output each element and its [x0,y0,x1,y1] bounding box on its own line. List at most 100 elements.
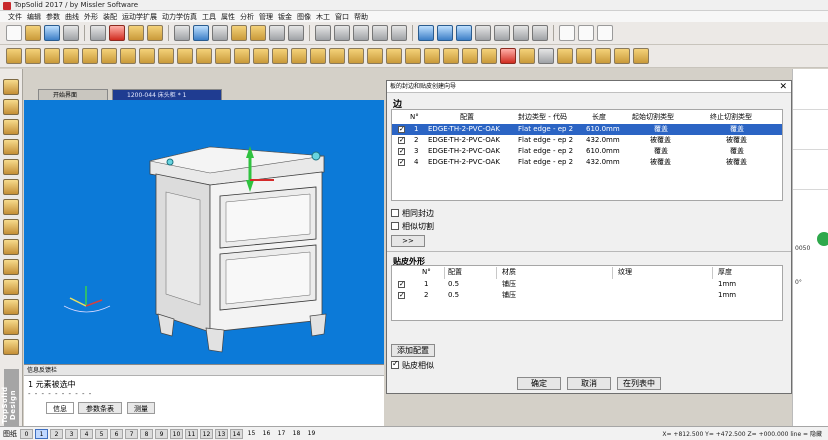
drilling-icon[interactable] [272,48,288,64]
row-checkbox[interactable] [398,135,405,146]
view-right-icon[interactable] [532,25,548,41]
render-icon[interactable] [269,25,285,41]
plinth-icon[interactable] [405,48,421,64]
sheet-tab[interactable]: 6 [110,428,123,439]
sheet-tab[interactable]: 8 [140,428,153,439]
assembly-icon[interactable] [3,219,19,235]
link-icon[interactable] [3,279,19,295]
save-icon[interactable] [44,25,60,41]
report-icon[interactable] [595,48,611,64]
nesting-icon[interactable] [462,48,478,64]
sheet-tab[interactable]: 4 [80,428,93,439]
sheet-tab[interactable]: 7 [125,428,138,439]
zoom-window-icon[interactable] [437,25,453,41]
row-checkbox[interactable] [398,279,405,290]
print-icon[interactable] [288,25,304,41]
tab-start-page[interactable]: 开始界面 [38,89,108,100]
show-icon[interactable] [250,25,266,41]
in-list-button[interactable]: 在列表中 [617,377,661,390]
menu-woodworking[interactable]: 木工 [316,12,330,22]
sketch-icon[interactable] [3,79,19,95]
cutting-list-icon[interactable] [424,48,440,64]
same-edge-option[interactable]: 相同封边 [391,208,434,219]
view-front-icon[interactable] [494,25,510,41]
ok-button[interactable]: 确定 [517,377,561,390]
same-edge-checkbox[interactable] [391,209,399,217]
leg-icon[interactable] [386,48,402,64]
export-icon[interactable] [614,48,630,64]
menu-file[interactable]: 文件 [8,12,22,22]
menu-curve[interactable]: 曲线 [65,12,79,22]
add-config-button[interactable]: 添加配置 [391,344,435,357]
sheet-tab[interactable]: 0 [20,428,33,439]
close-icon[interactable]: ✕ [779,81,787,93]
tab-document[interactable]: 1200-044 床头柜 * 1 [112,89,222,100]
view-top-icon[interactable] [513,25,529,41]
draft-view-icon[interactable] [3,319,19,335]
table-row[interactable]: 2 0.5 铺压 1mm [392,290,782,301]
sheet-tab[interactable]: 19 [305,429,318,439]
menu-image[interactable]: 图像 [297,12,311,22]
line-style-icon[interactable] [559,25,575,41]
save-all-icon[interactable] [63,25,79,41]
shelf-icon[interactable] [101,48,117,64]
sheet-tab[interactable]: 2 [50,428,63,439]
hatch-icon[interactable] [597,25,613,41]
menu-assembly[interactable]: 装配 [103,12,117,22]
angle-icon[interactable] [334,25,350,41]
menu-window[interactable]: 窗口 [335,12,349,22]
partition-icon[interactable] [139,48,155,64]
pocket-icon[interactable] [310,48,326,64]
menu-tools[interactable]: 工具 [202,12,216,22]
material-icon[interactable] [500,48,516,64]
veneer-similar-checkbox[interactable] [391,359,399,369]
line-width-icon[interactable] [578,25,594,41]
menu-help[interactable]: 帮助 [354,12,368,22]
frame-icon[interactable] [3,179,19,195]
bom-icon[interactable] [443,48,459,64]
curve-icon[interactable] [3,99,19,115]
draft-icon[interactable] [576,48,592,64]
menu-dynamics[interactable]: 动力学仿真 [162,12,197,22]
tab-measure[interactable]: 测量 [127,402,155,414]
menu-kinematics[interactable]: 运动学扩展 [122,12,157,22]
veneer-similar-option[interactable]: 贴皮相似 [391,359,434,371]
menu-parameters[interactable]: 参数 [46,12,60,22]
table-row[interactable]: 1 0.5 铺压 1mm [392,279,782,290]
row-checkbox[interactable] [398,146,405,157]
measure-icon[interactable] [315,25,331,41]
cabinet-icon[interactable] [120,48,136,64]
sheet-tab[interactable]: 5 [95,428,108,439]
menu-manage[interactable]: 管理 [259,12,273,22]
sheet-tab[interactable]: 3 [65,428,78,439]
same-cut-option[interactable]: 相似切割 [391,221,434,232]
back-panel-icon[interactable] [158,48,174,64]
panel-icon[interactable] [6,48,22,64]
menu-sheet-metal[interactable]: 钣金 [278,12,292,22]
cnc-icon[interactable] [481,48,497,64]
drawer-icon[interactable] [63,48,79,64]
open-folder-icon[interactable] [25,25,41,41]
panel-create-icon[interactable] [25,48,41,64]
menu-shape[interactable]: 外形 [84,12,98,22]
dimension-icon[interactable] [353,25,369,41]
options-icon[interactable] [633,48,649,64]
row-checkbox[interactable] [398,290,405,301]
solid-icon[interactable] [3,139,19,155]
manipulator-handle[interactable] [311,151,321,161]
zoom-fit-icon[interactable] [456,25,472,41]
manipulator-handle[interactable] [166,158,174,166]
moulding-icon[interactable] [196,48,212,64]
sheet-tab[interactable]: 11 [185,428,198,439]
tab-parameter-table[interactable]: 参数条表 [78,402,122,414]
table-row[interactable]: 4 EDGE-TH-2-PVC-OAK Flat edge - ep 2 432… [392,157,782,168]
texture-icon[interactable] [519,48,535,64]
sheet-tab[interactable]: 14 [230,428,243,439]
hardware-icon[interactable] [253,48,269,64]
dowel-icon[interactable] [329,48,345,64]
sheet-tab[interactable]: 17 [275,429,288,439]
row-checkbox[interactable] [398,124,405,135]
hide-icon[interactable] [231,25,247,41]
sheet-tab[interactable]: 13 [215,428,228,439]
sheet-tab[interactable]: 10 [170,428,183,439]
